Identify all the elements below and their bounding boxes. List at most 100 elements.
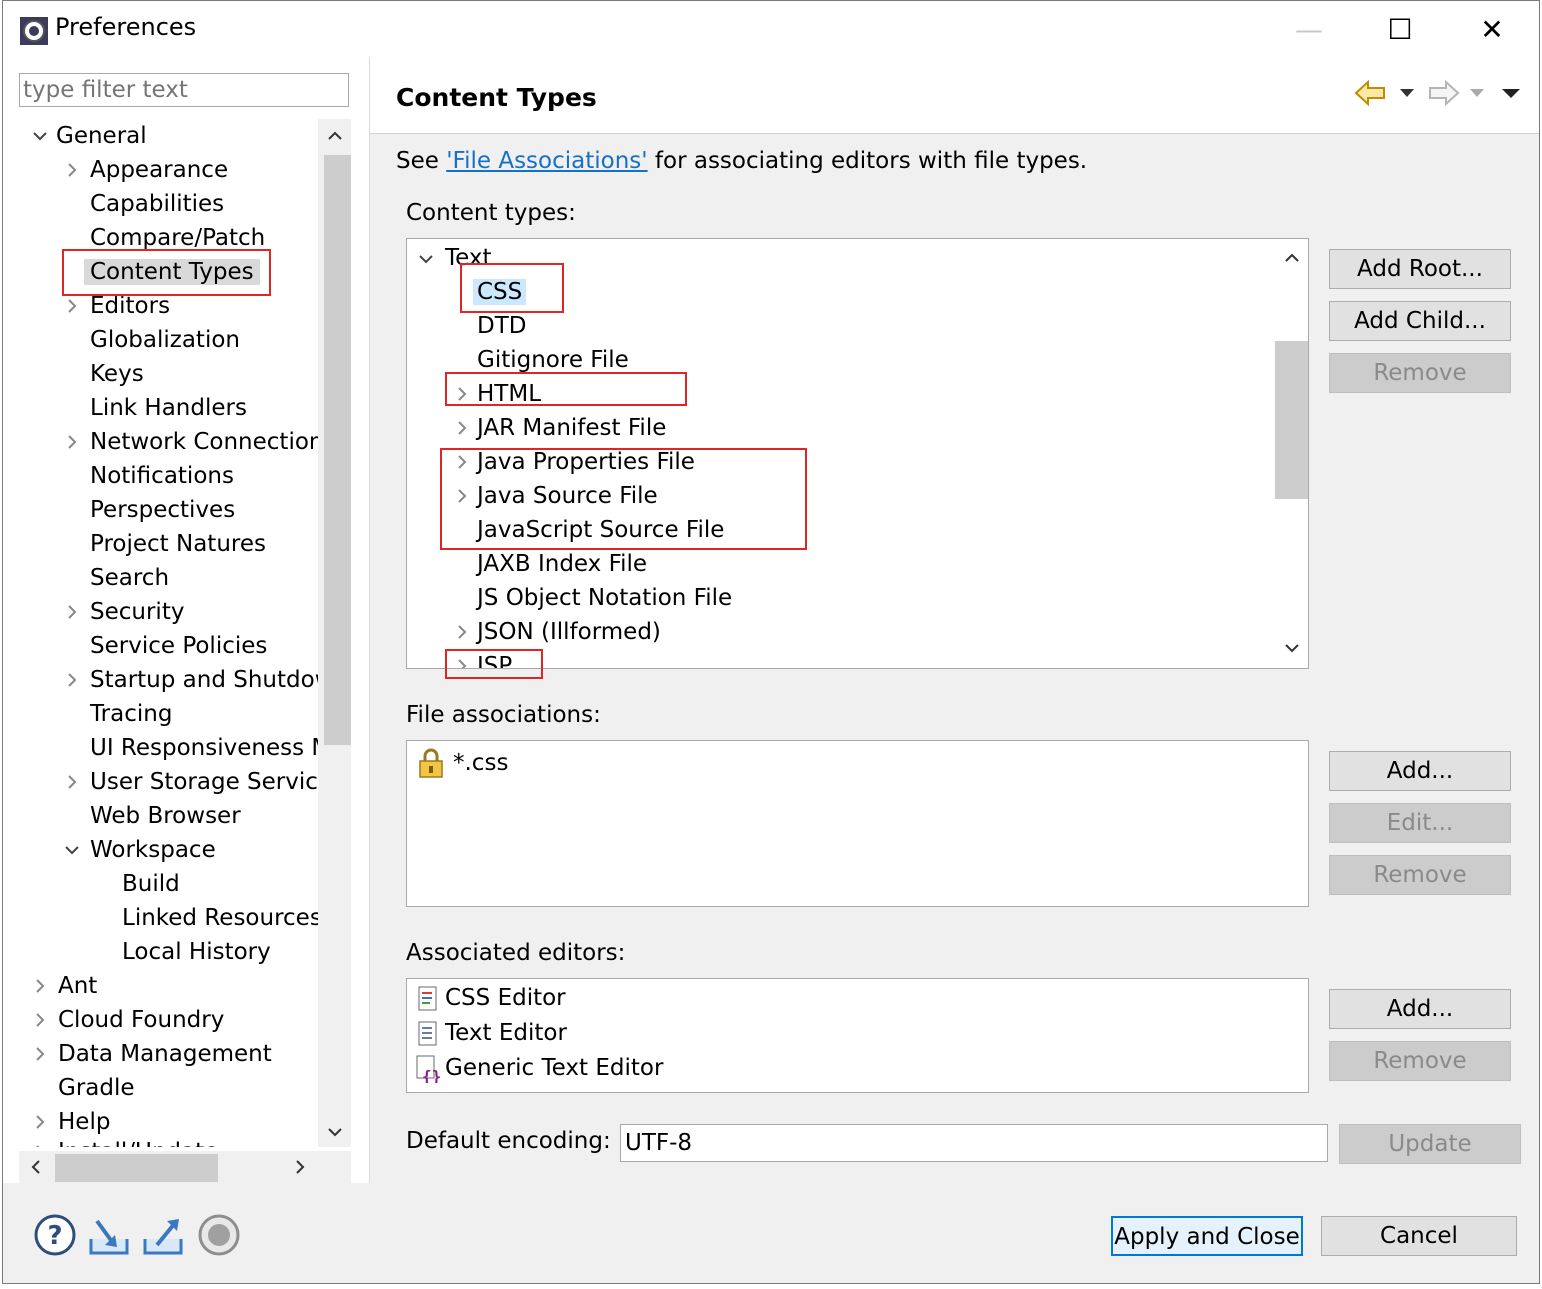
chevron-right-icon[interactable] [455, 387, 469, 401]
tree-item-keys[interactable]: Keys [90, 357, 144, 391]
tree-item-appearance[interactable]: Appearance [61, 153, 228, 187]
tree-item-compare-patch[interactable]: Compare/Patch [90, 221, 265, 255]
scroll-left-icon[interactable] [27, 1158, 45, 1176]
tree-item-notifications[interactable]: Notifications [90, 459, 234, 493]
chevron-right-icon[interactable] [33, 979, 47, 993]
chevron-down-icon[interactable] [33, 129, 47, 143]
content-type-jar-manifest[interactable]: JAR Manifest File [453, 411, 666, 445]
tree-item-search[interactable]: Search [90, 561, 169, 595]
tree-item-linked-resources[interactable]: Linked Resources [122, 901, 318, 935]
content-type-html[interactable]: HTML [453, 377, 541, 411]
add-child-button[interactable]: Add Child... [1329, 301, 1511, 341]
update-button[interactable]: Update [1339, 1124, 1521, 1164]
content-type-java-properties[interactable]: Java Properties File [453, 445, 695, 479]
tree-item-service-policies[interactable]: Service Policies [90, 629, 267, 663]
export-icon[interactable] [141, 1213, 185, 1257]
add-root-button[interactable]: Add Root... [1329, 249, 1511, 289]
tree-item-perspectives[interactable]: Perspectives [90, 493, 235, 527]
chevron-right-icon[interactable] [455, 625, 469, 639]
editor-item-generic[interactable]: {} Generic Text Editor [415, 1051, 663, 1085]
remove-editor-button[interactable]: Remove [1329, 1041, 1511, 1081]
tree-horizontal-scrollbar[interactable] [19, 1151, 351, 1183]
chevron-right-icon[interactable] [455, 455, 469, 469]
tree-item-install-update[interactable]: Install/Update [29, 1135, 218, 1147]
content-types-scrollbar[interactable] [1275, 239, 1308, 668]
scroll-down-icon[interactable] [326, 1123, 344, 1141]
chevron-right-icon[interactable] [33, 1047, 47, 1061]
tree-item-gradle[interactable]: Gradle [58, 1071, 135, 1105]
close-button[interactable]: ✕ [1469, 7, 1515, 53]
content-type-json-illformed[interactable]: JSON (Illformed) [453, 615, 661, 649]
remove-file-association-button[interactable]: Remove [1329, 855, 1511, 895]
back-arrow-icon[interactable] [1354, 79, 1388, 107]
tree-item-ui-responsiveness[interactable]: UI Responsiveness M [90, 731, 318, 765]
tree-item-globalization[interactable]: Globalization [90, 323, 240, 357]
chevron-right-icon[interactable] [33, 1013, 47, 1027]
tree-item-workspace[interactable]: Workspace [61, 833, 216, 867]
chevron-right-icon[interactable] [455, 659, 469, 669]
cancel-button[interactable]: Cancel [1321, 1216, 1517, 1256]
chevron-right-icon[interactable] [33, 1145, 47, 1147]
content-type-jsp[interactable]: JSP [453, 649, 512, 669]
help-icon[interactable]: ? [33, 1213, 77, 1257]
content-type-java-source[interactable]: Java Source File [453, 479, 658, 513]
file-association-item[interactable]: *.css [415, 746, 508, 780]
scroll-up-icon[interactable] [1283, 249, 1301, 267]
chevron-right-icon[interactable] [65, 299, 79, 313]
content-type-javascript-source[interactable]: JavaScript Source File [477, 513, 724, 547]
chevron-right-icon[interactable] [65, 775, 79, 789]
default-encoding-input[interactable]: UTF-8 [620, 1124, 1328, 1162]
file-associations-link[interactable]: 'File Associations' [446, 148, 647, 174]
editor-item-css[interactable]: CSS Editor [415, 981, 566, 1015]
chevron-right-icon[interactable] [65, 435, 79, 449]
chevron-down-icon[interactable] [65, 843, 79, 857]
minimize-button[interactable]: — [1286, 7, 1332, 53]
tree-item-cloud-foundry[interactable]: Cloud Foundry [29, 1003, 224, 1037]
tree-item-startup-shutdown[interactable]: Startup and Shutdow [61, 663, 318, 697]
chevron-right-icon[interactable] [65, 163, 79, 177]
scroll-down-icon[interactable] [1283, 639, 1301, 657]
forward-menu-chevron-icon[interactable] [1469, 87, 1485, 99]
remove-content-type-button[interactable]: Remove [1329, 353, 1511, 393]
chevron-down-icon[interactable] [419, 252, 433, 266]
tree-item-capabilities[interactable]: Capabilities [90, 187, 224, 221]
forward-arrow-icon[interactable] [1426, 79, 1460, 107]
add-editor-button[interactable]: Add... [1329, 989, 1511, 1029]
content-type-dtd[interactable]: DTD [477, 309, 526, 343]
content-type-json[interactable]: JS Object Notation File [477, 581, 732, 615]
tree-item-local-history[interactable]: Local History [122, 935, 271, 969]
tree-item-ant[interactable]: Ant [29, 969, 97, 1003]
file-associations-list[interactable]: *.css [406, 740, 1309, 907]
scrollbar-thumb[interactable] [55, 1154, 218, 1182]
tree-item-user-storage-service[interactable]: User Storage Service [61, 765, 318, 799]
tree-item-project-natures[interactable]: Project Natures [90, 527, 266, 561]
chevron-right-icon[interactable] [455, 421, 469, 435]
tree-item-editors[interactable]: Editors [61, 289, 170, 323]
tree-vertical-scrollbar[interactable] [318, 119, 351, 1147]
tree-item-help[interactable]: Help [29, 1105, 110, 1139]
tree-item-network-connection[interactable]: Network Connection [61, 425, 318, 459]
content-types-tree[interactable]: Text CSS DTD Gitignore File HTML JAR Man… [406, 238, 1309, 669]
tree-item-link-handlers[interactable]: Link Handlers [90, 391, 247, 425]
tree-item-security[interactable]: Security [61, 595, 184, 629]
edit-file-association-button[interactable]: Edit... [1329, 803, 1511, 843]
tree-item-tracing[interactable]: Tracing [90, 697, 172, 731]
apply-and-close-button[interactable]: Apply and Close [1111, 1216, 1303, 1256]
chevron-right-icon[interactable] [455, 489, 469, 503]
scrollbar-thumb[interactable] [324, 155, 351, 745]
chevron-right-icon[interactable] [65, 673, 79, 687]
view-menu-icon[interactable] [1501, 87, 1521, 99]
content-type-css[interactable]: CSS [473, 275, 527, 309]
tree-item-build[interactable]: Build [122, 867, 180, 901]
content-type-text[interactable]: Text [417, 241, 492, 275]
tree-item-data-management[interactable]: Data Management [29, 1037, 272, 1071]
scroll-right-icon[interactable] [291, 1158, 309, 1176]
record-icon[interactable] [197, 1213, 241, 1257]
content-type-jaxb-index[interactable]: JAXB Index File [477, 547, 647, 581]
filter-input[interactable] [19, 73, 349, 107]
editor-item-text[interactable]: Text Editor [415, 1016, 567, 1050]
scroll-up-icon[interactable] [326, 127, 344, 145]
chevron-right-icon[interactable] [65, 605, 79, 619]
add-file-association-button[interactable]: Add... [1329, 751, 1511, 791]
content-type-gitignore[interactable]: Gitignore File [477, 343, 629, 377]
